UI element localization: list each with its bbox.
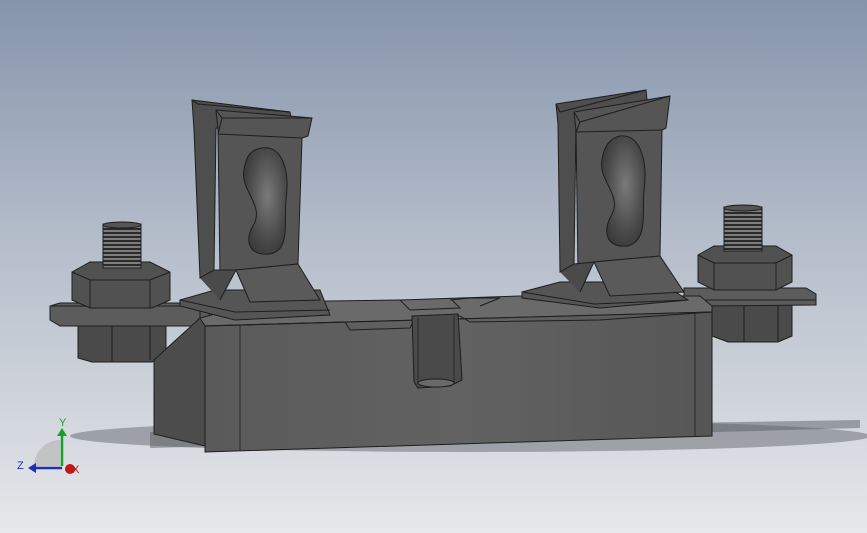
- graphics-viewport[interactable]: Y Z X: [0, 0, 867, 533]
- z-axis-arrow-icon: [28, 463, 36, 473]
- left-fuse-contact-clip[interactable]: [179, 99, 331, 321]
- y-axis-arrow-icon: [57, 428, 67, 436]
- view-orientation-triad[interactable]: Y Z X: [17, 417, 80, 476]
- right-fuse-contact-clip[interactable]: [521, 89, 690, 309]
- y-axis-label: Y: [59, 417, 67, 429]
- x-axis-label: X: [72, 464, 80, 476]
- z-axis-label: Z: [17, 460, 24, 472]
- 3d-model-canvas[interactable]: Y Z X: [0, 0, 867, 533]
